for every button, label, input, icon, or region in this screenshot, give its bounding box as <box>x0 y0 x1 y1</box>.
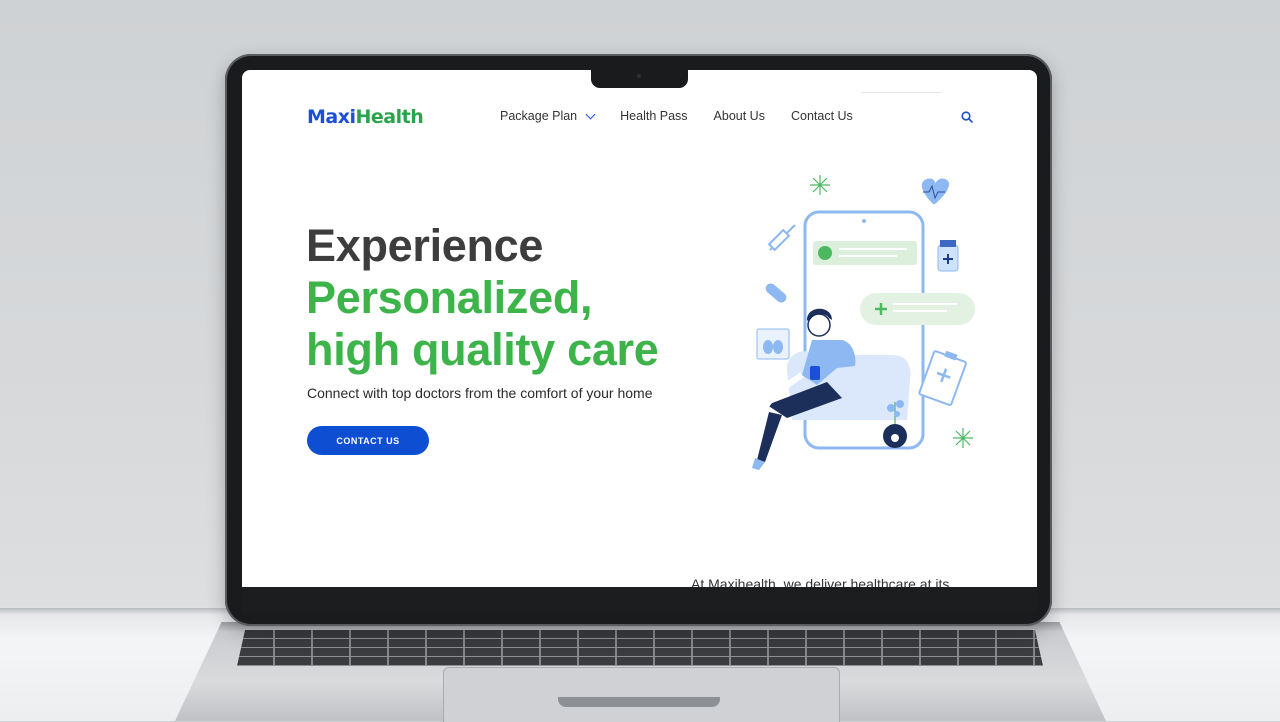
laptop-front-notch <box>558 697 720 707</box>
header-divider <box>861 92 941 93</box>
hero-heading: Experience Personalized, high quality ca… <box>306 220 659 376</box>
nav-item-health-pass[interactable]: Health Pass <box>620 109 687 123</box>
nav-item-label: Package Plan <box>500 109 578 123</box>
keyboard-rows <box>237 630 1043 666</box>
hero-subtitle: Connect with top doctors from the comfor… <box>307 385 653 401</box>
site-logo[interactable]: MaxiHealth <box>307 106 424 128</box>
hero-title-line3: high quality care <box>306 324 659 375</box>
pill-bottle-icon <box>937 240 959 272</box>
camera-notch <box>591 66 688 88</box>
camera-icon <box>637 74 641 78</box>
chevron-down-icon <box>585 109 596 119</box>
heart-icon <box>921 178 950 204</box>
lungs-xray-icon <box>756 328 790 360</box>
contact-us-button[interactable]: CONTACT US <box>307 426 429 455</box>
search-icon[interactable] <box>961 111 973 123</box>
browser-viewport: MaxiHealth Package Plan Health Pass Abou… <box>242 70 1037 587</box>
logo-part-health: Health <box>355 106 424 128</box>
clipboard-icon <box>918 350 967 406</box>
telehealth-illustration <box>752 175 975 470</box>
trackpad <box>443 667 840 722</box>
capsule-icon <box>765 283 787 303</box>
screen-chin <box>242 587 1037 613</box>
hero-title-line1: Experience <box>306 220 544 271</box>
nav-item-about-us[interactable]: About Us <box>714 109 765 123</box>
below-fold-text: At Maxihealth, we deliver healthcare at … <box>691 576 950 587</box>
syringe-icon <box>767 224 796 252</box>
main-nav: Package Plan Health Pass About Us Contac… <box>500 109 853 123</box>
hero-title-line2: Personalized, <box>306 272 593 323</box>
logo-part-maxi: Maxi <box>307 106 356 128</box>
nav-item-contact-us[interactable]: Contact Us <box>791 109 853 123</box>
nav-item-package-plan[interactable]: Package Plan <box>500 109 596 123</box>
